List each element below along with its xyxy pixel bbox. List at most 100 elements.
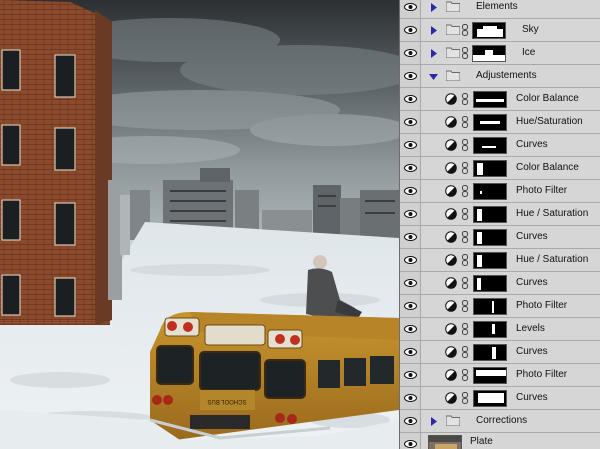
visibility-toggle[interactable] [400,272,421,294]
link-chain-icon[interactable] [462,277,468,289]
visibility-toggle[interactable] [400,410,421,432]
visibility-toggle[interactable] [400,19,421,41]
layer-mask-thumbnail[interactable] [473,183,507,200]
adjustment-layer-row[interactable]: Color Balance [400,157,600,180]
link-chain-icon[interactable] [462,24,468,36]
adjustment-layer-icon[interactable] [445,323,457,335]
visibility-toggle[interactable] [400,318,421,340]
eye-icon [404,210,417,218]
layer-mask-thumbnail[interactable] [473,321,507,338]
layer-name: Curves [516,231,548,242]
visibility-toggle[interactable] [400,134,421,156]
link-chain-icon[interactable] [462,369,468,381]
link-chain-icon[interactable] [462,185,468,197]
visibility-toggle[interactable] [400,180,421,202]
layer-mask-thumbnail[interactable] [472,45,506,62]
adjustment-layer-icon[interactable] [445,369,457,381]
link-chain-icon[interactable] [462,231,468,243]
link-chain-icon[interactable] [462,254,468,266]
adjustment-layer-icon[interactable] [445,392,457,404]
adjustment-layer-icon[interactable] [445,346,457,358]
adjustment-layer-row[interactable]: Hue/Saturation [400,111,600,134]
link-chain-icon[interactable] [462,116,468,128]
collapse-arrow-icon[interactable] [429,73,438,81]
adjustment-layer-row[interactable]: Hue / Saturation [400,249,600,272]
layer-group-ice[interactable]: Ice [400,42,600,65]
link-chain-icon[interactable] [462,162,468,174]
layer-mask-thumbnail[interactable] [472,22,506,39]
expand-arrow-icon[interactable] [430,26,438,35]
link-chain-icon[interactable] [462,208,468,220]
layer-group-sky[interactable]: Sky [400,19,600,42]
link-chain-icon[interactable] [462,392,468,404]
expand-arrow-icon[interactable] [430,49,438,58]
adjustment-layer-row[interactable]: Photo Filter [400,364,600,387]
adjustment-layer-icon[interactable] [445,254,457,266]
layer-mask-thumbnail[interactable] [473,275,507,292]
adjustment-layer-row[interactable]: Curves [400,341,600,364]
eye-icon [404,26,417,34]
visibility-toggle[interactable] [400,42,421,64]
adjustment-layer-row[interactable]: Curves [400,387,600,410]
adjustment-layer-row[interactable]: Photo Filter [400,295,600,318]
adjustment-layer-row[interactable]: Hue / Saturation [400,203,600,226]
layer-mask-thumbnail[interactable] [473,91,507,108]
visibility-toggle[interactable] [400,88,421,110]
adjustment-layer-row[interactable]: Curves [400,272,600,295]
layer-name: Curves [516,346,548,357]
layer-mask-thumbnail[interactable] [473,160,507,177]
visibility-toggle[interactable] [400,295,421,317]
layer-mask-thumbnail[interactable] [473,390,507,407]
adjustment-layer-icon[interactable] [445,162,457,174]
visibility-toggle[interactable] [400,203,421,225]
visibility-toggle[interactable] [400,341,421,363]
layer-mask-thumbnail[interactable] [473,229,507,246]
layer-group-corrections[interactable]: Corrections [400,410,600,433]
adjustment-layer-icon[interactable] [445,231,457,243]
layer-mask-thumbnail[interactable] [473,298,507,315]
layer-mask-thumbnail[interactable] [473,137,507,154]
link-chain-icon[interactable] [462,93,468,105]
layer-group-adjustements[interactable]: Adjustements [400,65,600,88]
link-chain-icon[interactable] [462,323,468,335]
layer-image-thumbnail[interactable] [428,435,462,449]
visibility-toggle[interactable] [400,65,421,87]
adjustment-layer-icon[interactable] [445,300,457,312]
eye-icon [404,417,417,425]
layer-mask-thumbnail[interactable] [473,367,507,384]
adjustment-layer-row[interactable]: Levels [400,318,600,341]
document-canvas[interactable]: SCHOOL BUS [0,0,399,449]
visibility-toggle[interactable] [400,157,421,179]
layer-name: Curves [516,277,548,288]
visibility-toggle[interactable] [400,226,421,248]
layer-plate[interactable]: Plate [400,433,600,449]
link-chain-icon[interactable] [462,346,468,358]
link-chain-icon[interactable] [462,47,468,59]
app-window: SCHOOL BUS Elements Sky Ice Adjustements… [0,0,600,449]
visibility-toggle[interactable] [400,111,421,133]
adjustment-layer-icon[interactable] [445,116,457,128]
expand-arrow-icon[interactable] [430,3,438,12]
link-chain-icon[interactable] [462,139,468,151]
layer-mask-thumbnail[interactable] [473,344,507,361]
layer-group-elements[interactable]: Elements [400,0,600,19]
adjustment-layer-row[interactable]: Curves [400,134,600,157]
layer-mask-thumbnail[interactable] [473,206,507,223]
adjustment-layer-icon[interactable] [445,93,457,105]
visibility-toggle[interactable] [400,433,421,449]
expand-arrow-icon[interactable] [430,417,438,426]
visibility-toggle[interactable] [400,364,421,386]
adjustment-layer-row[interactable]: Color Balance [400,88,600,111]
link-chain-icon[interactable] [462,300,468,312]
adjustment-layer-row[interactable]: Curves [400,226,600,249]
visibility-toggle[interactable] [400,249,421,271]
visibility-toggle[interactable] [400,0,421,18]
adjustment-layer-icon[interactable] [445,185,457,197]
layer-mask-thumbnail[interactable] [473,114,507,131]
adjustment-layer-icon[interactable] [445,208,457,220]
visibility-toggle[interactable] [400,387,421,409]
layer-mask-thumbnail[interactable] [473,252,507,269]
adjustment-layer-row[interactable]: Photo Filter [400,180,600,203]
adjustment-layer-icon[interactable] [445,139,457,151]
adjustment-layer-icon[interactable] [445,277,457,289]
